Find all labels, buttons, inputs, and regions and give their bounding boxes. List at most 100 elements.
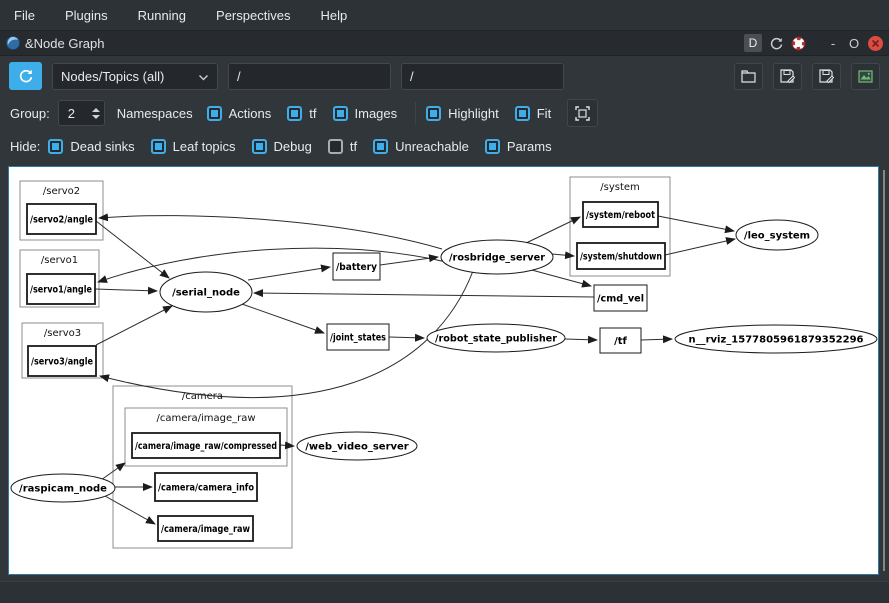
- checkbox-highlight[interactable]: [426, 106, 441, 121]
- hide-label: Hide:: [10, 139, 40, 154]
- checkbox-label-highlight: Highlight: [448, 106, 499, 121]
- reload-plugin-icon[interactable]: [769, 36, 784, 51]
- checkbox-tf[interactable]: [328, 139, 343, 154]
- help-icon[interactable]: [791, 36, 806, 51]
- fit-in-view-button[interactable]: [567, 99, 598, 127]
- graph-edge-servo3_angle-to-serial_node: [96, 306, 172, 345]
- checkbox-item-tf: tf: [328, 139, 357, 154]
- checkbox-label-tf: tf: [309, 106, 316, 121]
- save-image-button[interactable]: [851, 63, 880, 90]
- menu-plugins[interactable]: Plugins: [65, 8, 108, 23]
- checkbox-item-debug: Debug: [252, 139, 312, 154]
- graph-node-label-system_shutdown: /system/shutdown: [580, 252, 662, 263]
- node-filter-input[interactable]: [228, 63, 391, 90]
- save-as-icon: [819, 69, 834, 84]
- graph-node-label-joint_states: /joint_states: [330, 333, 386, 344]
- rqt-window: File Plugins Running Perspectives Help &Node…: [0, 0, 889, 603]
- spin-down-icon[interactable]: [92, 115, 100, 119]
- vertical-scrollbar[interactable]: [883, 170, 885, 571]
- namespaces-label: Namespaces: [117, 106, 193, 121]
- checkbox-params[interactable]: [485, 139, 500, 154]
- checkbox-fit[interactable]: [515, 106, 530, 121]
- checkbox-debug[interactable]: [252, 139, 267, 154]
- graph-type-select[interactable]: Nodes/Topics (all): [52, 63, 218, 90]
- graph-edge-servo2_angle-to-serial_node: [96, 221, 169, 278]
- save-svg-button[interactable]: [812, 63, 841, 90]
- graph-node-label-cmd_vel: /cmd_vel: [597, 294, 644, 305]
- graph-edge-battery-to-rosbridge_server: [380, 257, 438, 265]
- graph-node-label-battery: /battery: [336, 262, 377, 273]
- graph-cluster-label-camera_image_raw: /camera/image_raw: [156, 413, 255, 424]
- fit-view-icon: [575, 106, 590, 121]
- graph-node-label-serial_node: /serial_node: [172, 288, 240, 299]
- graph-cluster-label-system: /system: [600, 182, 640, 193]
- checkbox-leaf-topics[interactable]: [151, 139, 166, 154]
- graph-edge-cmd_vel-to-serial_node: [254, 293, 594, 297]
- graph-edge-servo1_angle-to-serial_node: [95, 289, 157, 291]
- graph-node-label-robot_state_publisher: /robot_state_publisher: [435, 334, 557, 345]
- group-spinbox[interactable]: 2: [58, 100, 105, 126]
- graph-edge-rosbridge_server-to-system_shutdown: [552, 254, 574, 256]
- save-dot-button[interactable]: [773, 63, 802, 90]
- menu-help[interactable]: Help: [320, 8, 347, 23]
- checkbox-item-fit: Fit: [515, 106, 551, 121]
- graph-edge-system_reboot-to-leo_system: [658, 216, 734, 231]
- graph-edge-tf-to-rviz: [641, 339, 672, 340]
- checkbox-tf[interactable]: [287, 106, 302, 121]
- refresh-graph-button[interactable]: [9, 62, 42, 90]
- graph-toolbar: Nodes/Topics (all): [0, 56, 889, 96]
- graph-node-label-camera_image_raw_topic: /camera/image_raw: [161, 524, 250, 535]
- view-checkboxes: Highlight Fit: [426, 106, 567, 121]
- checkbox-label-dead-sinks: Dead sinks: [70, 139, 134, 154]
- checkbox-item-actions: Actions: [207, 106, 272, 121]
- node-graph-canvas[interactable]: /servo2/servo1/servo3/system/camera/came…: [8, 166, 879, 575]
- graph-node-label-rviz: n__rviz_1577805961879352296: [688, 335, 863, 346]
- graph-node-label-servo2_angle: /servo2/angle: [30, 215, 93, 226]
- group-spinbox-value: 2: [68, 106, 75, 121]
- checkbox-item-params: Params: [485, 139, 552, 154]
- menu-file[interactable]: File: [14, 8, 35, 23]
- checkbox-label-unreachable: Unreachable: [395, 139, 469, 154]
- graph-edge-serial_node-to-battery: [248, 267, 330, 280]
- menu-bar: File Plugins Running Perspectives Help: [0, 0, 889, 31]
- graph-type-value: Nodes/Topics (all): [61, 69, 164, 84]
- separator: [415, 102, 416, 124]
- graph-edge-rosbridge_server-to-servo2_angle: [99, 216, 442, 249]
- menu-running[interactable]: Running: [138, 8, 186, 23]
- graph-edge-robot_state_publisher-to-tf: [565, 339, 597, 340]
- checkbox-dead-sinks[interactable]: [48, 139, 63, 154]
- graph-cluster-label-servo3: /servo3: [44, 328, 81, 339]
- load-dot-button[interactable]: [734, 63, 763, 90]
- graph-node-label-servo1_angle: /servo1/angle: [30, 285, 92, 296]
- checkbox-actions[interactable]: [207, 106, 222, 121]
- checkbox-unreachable[interactable]: [373, 139, 388, 154]
- close-button[interactable]: [868, 36, 883, 51]
- graph-node-label-camera_compressed: /camera/image_raw/compressed: [135, 441, 277, 452]
- checkbox-item-highlight: Highlight: [426, 106, 499, 121]
- save-dot-icon: [780, 69, 795, 84]
- combo-chevron-icon: [198, 74, 209, 81]
- dock-button[interactable]: D: [744, 34, 762, 52]
- maximize-button[interactable]: O: [847, 36, 861, 51]
- refresh-icon: [18, 68, 34, 84]
- checkbox-item-dead-sinks: Dead sinks: [48, 139, 134, 154]
- checkbox-label-tf: tf: [350, 139, 357, 154]
- checkbox-label-debug: Debug: [274, 139, 312, 154]
- checkbox-item-unreachable: Unreachable: [373, 139, 469, 154]
- dock-title-bar: &Node Graph D - O: [0, 31, 889, 56]
- checkbox-label-fit: Fit: [537, 106, 551, 121]
- topic-filter-input[interactable]: [401, 63, 564, 90]
- graph-node-label-rosbridge_server: /rosbridge_server: [449, 253, 545, 264]
- graph-edge-rosbridge_server-to-servo3_angle: [100, 271, 473, 397]
- checkbox-images[interactable]: [333, 106, 348, 121]
- save-image-icon: [858, 70, 873, 83]
- graph-edge-rosbridge_server-to-servo1_angle: [98, 248, 446, 282]
- close-icon: [871, 39, 880, 48]
- hide-options-row: Hide: Dead sinksLeaf topicsDebugtfUnreac…: [0, 130, 889, 163]
- graph-node-label-web_video_server: /web_video_server: [305, 442, 409, 453]
- graph-cluster-label-servo1: /servo1: [41, 255, 78, 266]
- minimize-button[interactable]: -: [826, 36, 840, 51]
- graph-edge-serial_node-to-joint_states: [242, 304, 324, 333]
- menu-perspectives[interactable]: Perspectives: [216, 8, 290, 23]
- spin-up-icon[interactable]: [92, 108, 100, 112]
